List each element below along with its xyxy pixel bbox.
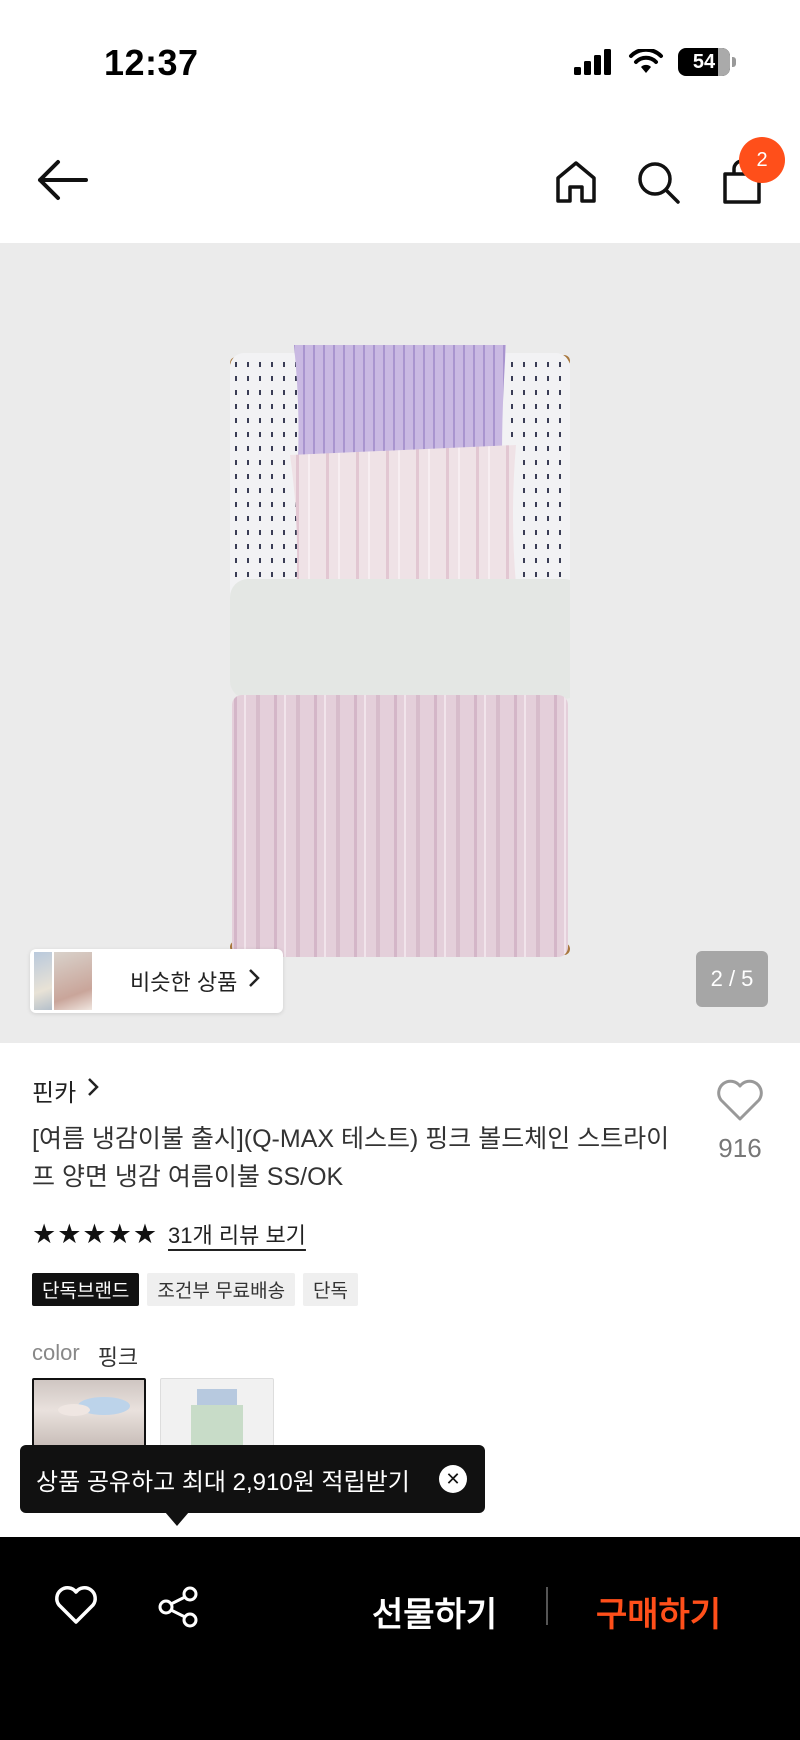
product-title: [여름 냉감이불 출시](Q-MAX 테스트) 핑크 볼드체인 스트라이프 양면… [32,1125,670,1191]
reviews-link[interactable]: 31개 리뷰 보기 [168,1218,306,1250]
chevron-right-icon [86,1076,100,1105]
chevron-right-icon [247,968,261,994]
share-reward-text: 상품 공유하고 최대 2,910원 적립받기 [36,1468,410,1496]
product-photo [230,345,570,957]
status-time: 12:37 [104,42,199,83]
bottom-action-bar: 선물하기 구매하기 [0,1537,800,1740]
product-badges: 단독브랜드 조건부 무료배송 단독 [32,1273,359,1306]
status-icons: 54 [574,48,736,76]
image-page-counter: 2 / 5 [696,951,768,1007]
wifi-icon [629,49,663,73]
share-icon [158,1586,198,1628]
status-bar: 12:37 54 [0,0,800,110]
heart-icon [717,1079,763,1121]
wishlist-button[interactable]: 916 [700,1078,780,1164]
badge-free-shipping: 조건부 무료배송 [147,1273,296,1306]
home-icon [556,161,596,203]
color-label: color [32,1340,80,1365]
battery-icon: 54 [678,48,736,76]
color-value: 핑크 [97,1345,139,1370]
rating-stars: ★★★★★ [32,1218,159,1249]
buy-button[interactable]: 구매하기 [596,1587,721,1636]
bottom-wishlist-button[interactable] [54,1585,98,1630]
similar-products-thumbnails [30,949,100,1013]
share-reward-tooltip: 상품 공유하고 최대 2,910원 적립받기 ✕ [20,1445,485,1513]
search-button[interactable] [634,158,682,206]
tooltip-arrow [165,1512,189,1526]
badge-exclusive-brand: 단독브랜드 [32,1273,140,1306]
gift-button[interactable]: 선물하기 [372,1587,497,1636]
share-button[interactable] [156,1585,200,1634]
similar-products-label: 비슷한 상품 [130,970,238,995]
brand-name: 핀카 [32,1080,77,1107]
battery-level: 54 [692,50,716,73]
home-button[interactable] [552,158,600,206]
close-icon[interactable]: ✕ [439,1465,467,1493]
badge-exclusive: 단독 [303,1273,359,1306]
like-count: 916 [718,1133,762,1163]
back-arrow-icon [38,160,88,200]
rating-row: ★★★★★ 31개 리뷰 보기 [32,1218,306,1250]
signal-icon [574,49,611,75]
brand-link[interactable]: 핀카 [32,1073,100,1108]
cart-count-badge: 2 [739,137,785,183]
color-option-row: color 핑크 [32,1340,138,1372]
heart-icon [55,1586,97,1624]
similar-products-button[interactable]: 비슷한 상품 [30,949,284,1013]
back-button[interactable] [36,158,92,202]
bottom-bar-divider [546,1587,548,1625]
search-icon [638,162,680,204]
product-image-gallery[interactable]: 비슷한 상품 2 / 5 [0,243,800,1043]
